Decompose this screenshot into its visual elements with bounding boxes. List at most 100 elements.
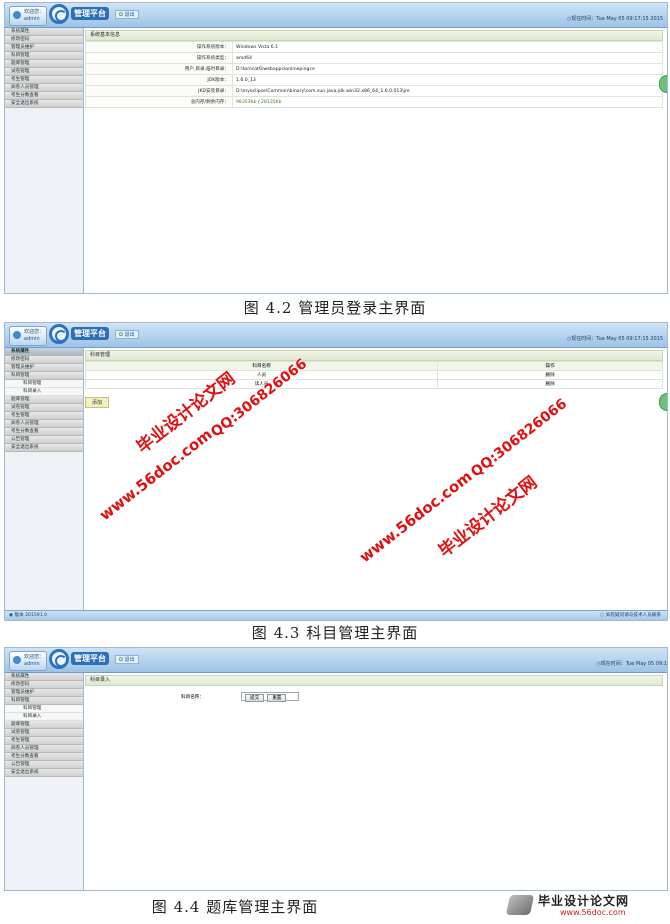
footer-site: www.56doc.com [560,908,626,917]
sidebar-item[interactable]: 阅卷人员管理 [5,745,83,753]
row-key: 操作系统版本： [85,41,233,53]
clock: ◷现在时间：Tue May 05 09:1 [596,660,667,667]
figure-caption: 图 4.3 科目管理主界面 [251,624,419,642]
sidebar-item[interactable]: 安全退出系统 [5,100,83,108]
logo-text: 管理平台 [71,327,109,340]
sidebar-item[interactable]: 管理员维护 [5,364,83,372]
subject-name: 读人员 [84,379,439,389]
panel-title: 系统基本信息 [85,30,663,41]
subject-form: 科目名称： [85,692,663,701]
clock-value: Tue May 05 09:17:15 2015 [596,336,663,342]
figure-caption: 图 4.2 管理员登录主界面 [243,299,427,317]
memory-separator: / [258,99,260,105]
clock: ◷现在时间：Tue May 05 09:17:15 2015 [567,15,663,22]
username: admin [24,336,40,342]
sidebar-item[interactable]: 试卷管理 [5,729,83,737]
main-content: 系统基本信息 操作系统版本： Windows Vista 6.1 操作系统类型： a… [85,30,663,289]
user-icon [13,656,21,664]
sidebar-subitem[interactable]: 科目录入 [5,388,83,396]
panel-title: 科目管理 [85,350,663,361]
submit-button[interactable]: 提交 [245,694,265,702]
logout-button[interactable]: ⏻ 退出 [115,10,139,19]
sidebar-item[interactable]: 公告管理 [5,761,83,769]
clock-value: Tue May 05 09:17:15 2015 [596,16,663,22]
side-tab-icon[interactable] [659,75,667,93]
sidebar-item[interactable]: 系统属性 [5,673,83,681]
sidebar-item[interactable]: 阅卷人员管理 [5,420,83,428]
logout-button[interactable]: ⏻ 退出 [115,330,139,339]
sidebar-item[interactable]: 试卷管理 [5,404,83,412]
logo-icon [49,324,69,344]
power-icon: ⏻ [119,12,123,18]
version-label: 版本 201591.0 [14,613,48,618]
screenshot-admin-login: 欢迎您： admin 管理平台 ⏻ 退出 ◷现在时间：Tue May 05 09… [4,2,668,294]
header-bar: 欢迎您： admin 管理平台 ⏻ 退出 ◷现在时间：Tue May 05 09… [5,323,667,348]
table-row: 人员 删除 [84,370,663,380]
header-bar: 欢迎您： admin 管理平台 ⏻ 退出 ◷现在时间：Tue May 05 09… [5,3,667,28]
power-icon: ⏻ [119,332,123,338]
sidebar-item[interactable]: 安全退出系统 [5,444,83,452]
clock-prefix: 现在时间： [571,336,597,342]
user-icon [13,11,21,19]
sidebar-item[interactable]: 考生分数查看 [5,428,83,436]
sidebar-item[interactable]: 管理员维护 [5,689,83,697]
logo-text: 管理平台 [71,7,109,20]
logout-button[interactable]: ⏻ 退出 [115,655,139,664]
table-row: 操作系统版本： Windows Vista 6.1 [85,41,663,53]
sidebar-item[interactable]: 试卷管理 [5,68,83,76]
sidebar-subitem[interactable]: 科目管理 [5,380,83,388]
side-tab-icon[interactable] [659,393,667,411]
sidebar-item[interactable]: 阅卷人员管理 [5,84,83,92]
sidebar-item[interactable]: 考生管理 [5,412,83,420]
sidebar-item[interactable]: 科目管理 [5,697,83,705]
subject-name-label: 科目名称： [181,695,204,700]
sidebar-item[interactable]: 科目管理 [5,372,83,380]
sidebar-item[interactable]: 安全退出系统 [5,769,83,777]
subject-table: 科目名称 操作 人员 删除 读人员 删除 [84,361,663,389]
sidebar: 系统属性 修改密码 管理员维护 科目管理 科目管理 科目录入 题库管理 试卷管理 考生管理 阅卷人… [5,673,84,890]
clock-prefix: 现在时间： [571,16,597,22]
sidebar-item[interactable]: 考生分数查看 [5,753,83,761]
sidebar-item[interactable]: 系统属性 [5,348,83,356]
table-row: 总内存/剩余内存： 98353Kb / 28135Kb [85,96,663,108]
sidebar-item[interactable]: 科目管理 [5,52,83,60]
sidebar-item[interactable]: 修改密码 [5,356,83,364]
sidebar-item[interactable]: 考生管理 [5,737,83,745]
row-value: D:\myeclipse\Common\binary\com.sun.java.… [232,85,663,97]
table-row: 操作系统类型： amd64 [85,52,663,64]
sidebar-item[interactable]: 修改密码 [5,36,83,44]
sidebar-item[interactable]: 公告管理 [5,436,83,444]
sidebar-subitem[interactable]: 科目管理 [5,705,83,713]
sidebar-item[interactable]: 管理员维护 [5,44,83,52]
delete-link[interactable]: 删除 [437,379,663,389]
welcome-label: 欢迎您： [24,329,45,335]
row-key: 总内存/剩余内存： [85,96,233,108]
memory-free: 28135Kb [261,99,282,105]
column-header: 科目名称 [84,361,439,371]
sidebar-item[interactable]: 题库管理 [5,396,83,404]
column-header: 操作 [437,361,663,371]
row-key: JKD安装目录： [85,85,233,97]
username: admin [24,661,40,667]
status-bar: ◉ 版本 201591.0 ⓘ 如有疑问请与技术人员联系 [5,610,667,620]
welcome-label: 欢迎您： [24,9,45,15]
add-button[interactable]: 添加 [85,397,110,408]
sidebar-subitem[interactable]: 科目录入 [5,713,83,721]
sidebar-item[interactable]: 系统属性 [5,28,83,36]
sidebar-item[interactable]: 题库管理 [5,60,83,68]
sidebar: 系统属性 修改密码 管理员维护 科目管理 科目管理 科目录入 题库管理 试卷管理 考生管理 阅卷人… [5,348,84,610]
row-value: 1.6.0_13 [232,74,663,86]
row-key: JDK版本： [85,74,233,86]
screenshot-question-bank: 欢迎您： admin 管理平台 ⏻ 退出 ◷现在时间：Tue May 05 09… [4,647,668,891]
delete-link[interactable]: 删除 [437,370,663,380]
clock-value: Tue May 05 09:1 [625,661,667,667]
figure-caption: 图 4.4 题库管理主界面 [151,898,319,916]
sidebar-item[interactable]: 修改密码 [5,681,83,689]
username: admin [24,16,40,22]
table-row: JDK版本： 1.6.0_13 [85,74,663,86]
sidebar-item[interactable]: 考生管理 [5,76,83,84]
reset-button[interactable]: 重置 [267,694,287,702]
sidebar-item[interactable]: 题库管理 [5,721,83,729]
memory-value: 98353Kb / 28135Kb [232,96,663,108]
sidebar-item[interactable]: 考生分数查看 [5,92,83,100]
